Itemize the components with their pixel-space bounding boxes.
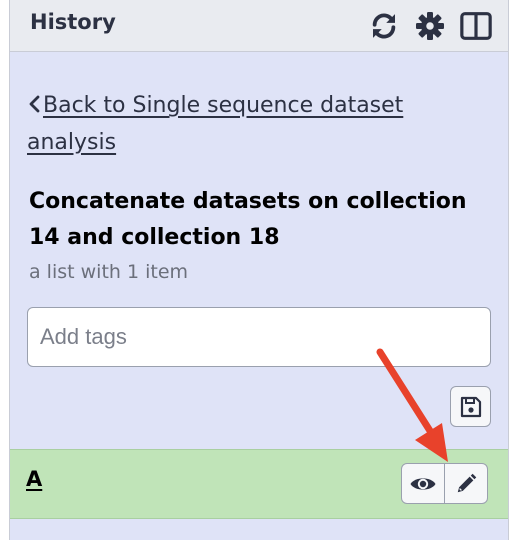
collection-title: Concatenate datasets on collection 14 an… [29, 189, 467, 250]
history-title: History [30, 10, 116, 34]
refresh-icon[interactable] [368, 10, 400, 42]
gear-icon[interactable] [414, 10, 446, 42]
back-link[interactable]: Back to Single sequence dataset analysis [27, 88, 467, 161]
collection-subtitle: a list with 1 item [29, 261, 189, 283]
collection-element-row[interactable]: A [10, 449, 508, 519]
element-name[interactable]: A [26, 467, 42, 491]
edit-button[interactable] [444, 464, 487, 503]
save-button[interactable] [450, 386, 491, 427]
back-link-label: Back to Single sequence dataset analysis [27, 93, 404, 155]
view-button[interactable] [402, 464, 444, 503]
tags-input[interactable] [27, 307, 491, 367]
history-panel: History Back to Single sequence dataset … [9, 0, 509, 540]
eye-icon [410, 477, 436, 490]
element-actions [401, 463, 488, 504]
pencil-icon [457, 473, 477, 492]
header-toolbar [368, 10, 492, 42]
floppy-disk-icon [460, 396, 481, 417]
chevron-left-icon [27, 89, 41, 125]
columns-icon[interactable] [460, 10, 492, 42]
history-header: History [10, 0, 508, 52]
